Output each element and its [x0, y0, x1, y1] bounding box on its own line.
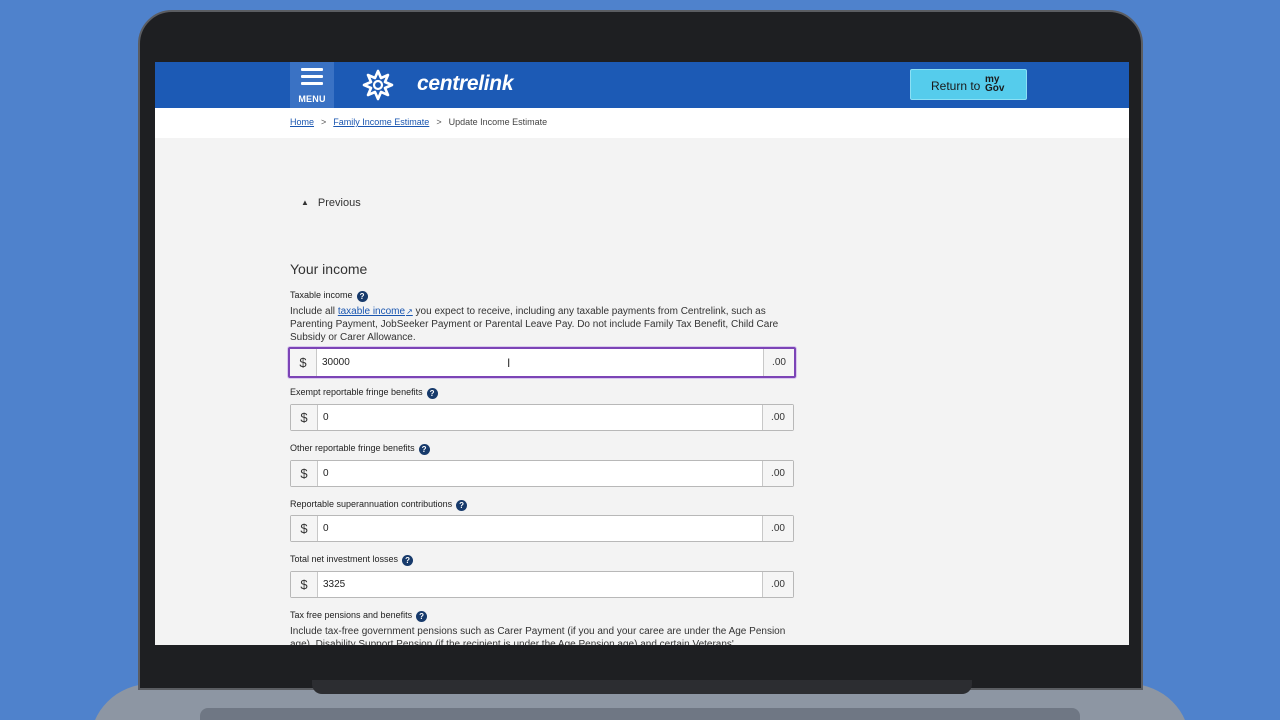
help-link-text: taxable income [337, 306, 406, 317]
breadcrumb-bar: Home > Family Income Estimate > Update Incom… [155, 108, 1129, 138]
exempt-fringe-benefits-label: Exempt reportable fringe benefits? [290, 387, 438, 399]
super-contributions-input[interactable]: $ 0 .00 [290, 515, 794, 542]
exempt-fringe-benefits-input[interactable]: $ 0 .00 [290, 404, 794, 431]
centrelink-star-icon[interactable] [360, 67, 396, 103]
breadcrumb-separator: > [436, 117, 442, 127]
browser-screen: MENU centrelink Return to my Gov Home > Fa… [155, 62, 1129, 645]
return-label: Return to [931, 79, 981, 93]
breadcrumb-home-link[interactable]: Home [290, 117, 314, 127]
question-circle-icon[interactable]: ? [356, 291, 368, 302]
cents-suffix: .00 [762, 572, 793, 597]
currency-prefix: $ [291, 516, 318, 541]
cents-suffix: .00 [762, 461, 793, 486]
super-contributions-label: Reportable superannuation contributions? [290, 499, 468, 511]
currency-prefix: $ [291, 405, 318, 430]
field-label-text: Total net investment losses [290, 554, 399, 564]
other-fringe-benefits-input[interactable]: $ 0 .00 [290, 460, 794, 487]
question-circle-icon[interactable]: ? [402, 555, 414, 566]
cents-suffix: .00 [762, 405, 793, 430]
field-label-text: Tax free pensions and benefits [290, 610, 413, 620]
investment-losses-value[interactable]: 3325 [323, 572, 345, 597]
return-to-mygov-button[interactable]: Return to my Gov [910, 69, 1027, 100]
super-contributions-value[interactable]: 0 [323, 516, 329, 541]
question-circle-icon[interactable]: ? [426, 388, 438, 399]
other-fringe-benefits-value[interactable]: 0 [323, 461, 329, 486]
brand-name[interactable]: centrelink [417, 72, 514, 96]
taxable-income-value[interactable]: 30000 [322, 349, 350, 376]
question-circle-icon[interactable]: ? [416, 611, 428, 622]
question-circle-icon[interactable]: ? [418, 444, 430, 455]
field-label-text: Other reportable fringe benefits [290, 443, 415, 453]
text-cursor-icon: I [507, 356, 511, 370]
field-label-text: Taxable income [290, 290, 353, 300]
cents-suffix: .00 [763, 349, 794, 376]
menu-label: MENU [298, 94, 326, 104]
breadcrumb-separator: > [321, 117, 327, 127]
tax-free-pensions-label: Tax free pensions and benefits? [290, 610, 428, 622]
section-title: Your income [290, 261, 368, 277]
taxable-income-help: Include all taxable income↗ you expect t… [290, 305, 800, 344]
investment-losses-label: Total net investment losses? [290, 554, 414, 566]
other-fringe-benefits-label: Other reportable fringe benefits? [290, 443, 430, 455]
breadcrumb-current: Update Income Estimate [448, 117, 548, 127]
site-header: MENU centrelink Return to my Gov [155, 62, 1129, 108]
help-prefix: Include all [290, 306, 338, 317]
currency-prefix: $ [291, 572, 318, 597]
currency-prefix: $ [291, 461, 318, 486]
tax-free-pensions-help: Include tax-free government pensions suc… [290, 626, 786, 645]
breadcrumb-family-link[interactable]: Family Income Estimate [333, 117, 429, 127]
laptop-hinge [312, 680, 972, 694]
field-label-text: Exempt reportable fringe benefits [290, 387, 423, 397]
laptop-base-inner [200, 708, 1080, 720]
chevron-up-icon: ▲ [301, 198, 309, 207]
field-label-text: Reportable superannuation contributions [290, 499, 453, 509]
cents-suffix: .00 [762, 516, 793, 541]
mygov-line2: Gov [985, 83, 1005, 94]
question-circle-icon[interactable]: ? [456, 500, 468, 511]
taxable-income-link[interactable]: taxable income↗ [338, 306, 413, 317]
previous-link[interactable]: ▲ Previous [301, 197, 361, 209]
external-link-icon: ↗ [406, 307, 413, 316]
currency-prefix: $ [290, 349, 317, 376]
breadcrumb: Home > Family Income Estimate > Update Incom… [290, 117, 547, 127]
taxable-income-label: Taxable income? [290, 290, 368, 302]
hamburger-icon [301, 68, 323, 89]
previous-label: Previous [317, 197, 361, 209]
menu-button[interactable]: MENU [290, 62, 334, 108]
mygov-logo: my Gov [985, 75, 1015, 94]
exempt-fringe-benefits-value[interactable]: 0 [323, 405, 329, 430]
investment-losses-input[interactable]: $ 3325 .00 [290, 571, 794, 598]
taxable-income-input[interactable]: $ 30000 I .00 [288, 347, 796, 378]
